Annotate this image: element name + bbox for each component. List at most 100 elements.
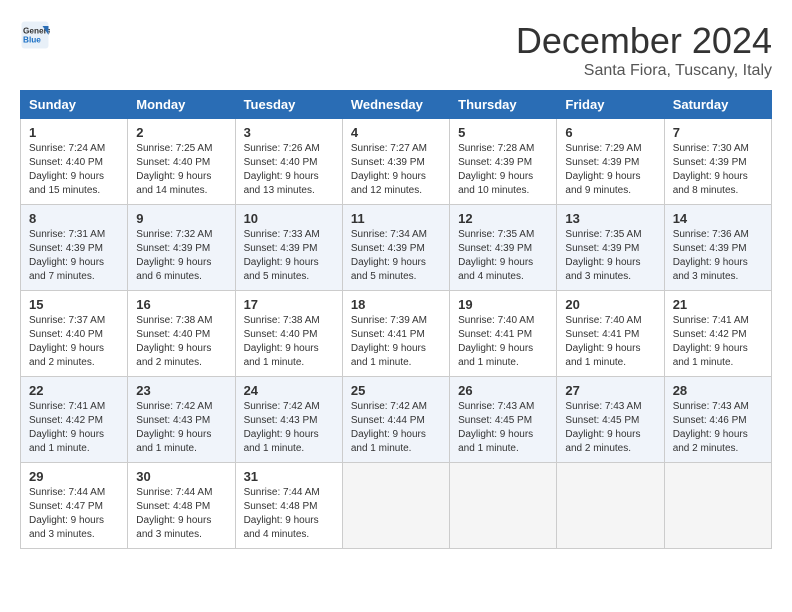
day-info: Sunrise: 7:34 AMSunset: 4:39 PMDaylight:… — [351, 228, 441, 284]
day-number: 22 — [29, 383, 119, 398]
calendar-table: Sunday Monday Tuesday Wednesday Thursday… — [20, 90, 772, 549]
day-info: Sunrise: 7:24 AMSunset: 4:40 PMDaylight:… — [29, 142, 119, 198]
calendar-cell: 19Sunrise: 7:40 AMSunset: 4:41 PMDayligh… — [450, 291, 557, 377]
day-info: Sunrise: 7:33 AMSunset: 4:39 PMDaylight:… — [244, 228, 334, 284]
day-info: Sunrise: 7:44 AMSunset: 4:47 PMDaylight:… — [29, 486, 119, 542]
day-info: Sunrise: 7:27 AMSunset: 4:39 PMDaylight:… — [351, 142, 441, 198]
col-tuesday: Tuesday — [235, 91, 342, 119]
calendar-cell: 16 Sunrise: 7:38 AMSunset: 4:40 PMDayligh… — [128, 291, 235, 377]
day-info: Sunrise: 7:42 AMSunset: 4:44 PMDaylight:… — [351, 400, 441, 456]
day-number: 19 — [458, 297, 548, 312]
calendar-cell: 30 Sunrise: 7:44 AMSunset: 4:48 PMDayligh… — [128, 463, 235, 549]
day-info: Sunrise: 7:38 AMSunset: 4:40 PMDaylight:… — [136, 314, 226, 370]
day-info: Sunrise: 7:42 AMSunset: 4:43 PMDaylight:… — [244, 400, 334, 456]
svg-text:Blue: Blue — [23, 36, 41, 45]
day-number: 29 — [29, 469, 119, 484]
calendar-cell: 15 Sunrise: 7:37 AMSunset: 4:40 PMDayligh… — [21, 291, 128, 377]
col-monday: Monday — [128, 91, 235, 119]
calendar-cell: 10 Sunrise: 7:33 AMSunset: 4:39 PMDayligh… — [235, 205, 342, 291]
day-number: 24 — [244, 383, 334, 398]
day-number: 11 — [351, 211, 441, 226]
calendar-cell: 11 Sunrise: 7:34 AMSunset: 4:39 PMDayligh… — [342, 205, 449, 291]
day-info: Sunrise: 7:37 AMSunset: 4:40 PMDaylight:… — [29, 314, 119, 370]
day-number: 18 — [351, 297, 441, 312]
calendar-cell: 21 Sunrise: 7:41 AMSunset: 4:42 PMDayligh… — [664, 291, 771, 377]
day-number: 2 — [136, 125, 226, 140]
day-info: Sunrise: 7:44 AMSunset: 4:48 PMDaylight:… — [244, 486, 334, 542]
col-wednesday: Wednesday — [342, 91, 449, 119]
day-number: 13 — [565, 211, 655, 226]
calendar-cell: 27Sunrise: 7:43 AMSunset: 4:45 PMDayligh… — [557, 377, 664, 463]
calendar-cell: 28Sunrise: 7:43 AMSunset: 4:46 PMDayligh… — [664, 377, 771, 463]
day-number: 28 — [673, 383, 763, 398]
calendar-row: 22 Sunrise: 7:41 AMSunset: 4:42 PMDayligh… — [21, 377, 772, 463]
day-info: Sunrise: 7:43 AMSunset: 4:45 PMDaylight:… — [458, 400, 548, 456]
calendar-header-row: Sunday Monday Tuesday Wednesday Thursday… — [21, 91, 772, 119]
calendar-cell: 14Sunrise: 7:36 AMSunset: 4:39 PMDayligh… — [664, 205, 771, 291]
calendar-cell: 24 Sunrise: 7:42 AMSunset: 4:43 PMDayligh… — [235, 377, 342, 463]
calendar-cell: 26 Sunrise: 7:43 AMSunset: 4:45 PMDayligh… — [450, 377, 557, 463]
day-number: 23 — [136, 383, 226, 398]
day-number: 16 — [136, 297, 226, 312]
day-number: 25 — [351, 383, 441, 398]
calendar-cell: 13 Sunrise: 7:35 AMSunset: 4:39 PMDayligh… — [557, 205, 664, 291]
calendar-cell: 31 Sunrise: 7:44 AMSunset: 4:48 PMDayligh… — [235, 463, 342, 549]
day-info: Sunrise: 7:41 AMSunset: 4:42 PMDaylight:… — [673, 314, 763, 370]
title-area: December 2024 Santa Fiora, Tuscany, Ital… — [516, 20, 772, 80]
calendar-row: 15 Sunrise: 7:37 AMSunset: 4:40 PMDayligh… — [21, 291, 772, 377]
calendar-row: 1Sunrise: 7:24 AMSunset: 4:40 PMDaylight… — [21, 119, 772, 205]
month-title: December 2024 — [516, 20, 772, 62]
calendar-cell: 29 Sunrise: 7:44 AMSunset: 4:47 PMDayligh… — [21, 463, 128, 549]
location-title: Santa Fiora, Tuscany, Italy — [516, 62, 772, 80]
col-thursday: Thursday — [450, 91, 557, 119]
logo-icon: General Blue — [20, 20, 50, 50]
day-number: 27 — [565, 383, 655, 398]
day-number: 8 — [29, 211, 119, 226]
calendar-cell: 18Sunrise: 7:39 AMSunset: 4:41 PMDayligh… — [342, 291, 449, 377]
calendar-cell: 1Sunrise: 7:24 AMSunset: 4:40 PMDaylight… — [21, 119, 128, 205]
day-number: 9 — [136, 211, 226, 226]
day-info: Sunrise: 7:31 AMSunset: 4:39 PMDaylight:… — [29, 228, 119, 284]
day-number: 4 — [351, 125, 441, 140]
day-info: Sunrise: 7:40 AMSunset: 4:41 PMDaylight:… — [565, 314, 655, 370]
page-header: General Blue December 2024 Santa Fiora, … — [20, 20, 772, 80]
logo: General Blue — [20, 20, 50, 50]
day-number: 6 — [565, 125, 655, 140]
day-info: Sunrise: 7:44 AMSunset: 4:48 PMDaylight:… — [136, 486, 226, 542]
day-info: Sunrise: 7:29 AMSunset: 4:39 PMDaylight:… — [565, 142, 655, 198]
day-info: Sunrise: 7:26 AMSunset: 4:40 PMDaylight:… — [244, 142, 334, 198]
calendar-row: 8 Sunrise: 7:31 AMSunset: 4:39 PMDaylight… — [21, 205, 772, 291]
day-info: Sunrise: 7:32 AMSunset: 4:39 PMDaylight:… — [136, 228, 226, 284]
calendar-cell — [450, 463, 557, 549]
day-number: 21 — [673, 297, 763, 312]
day-number: 15 — [29, 297, 119, 312]
day-info: Sunrise: 7:38 AMSunset: 4:40 PMDaylight:… — [244, 314, 334, 370]
day-number: 17 — [244, 297, 334, 312]
day-info: Sunrise: 7:41 AMSunset: 4:42 PMDaylight:… — [29, 400, 119, 456]
calendar-cell: 22 Sunrise: 7:41 AMSunset: 4:42 PMDayligh… — [21, 377, 128, 463]
day-number: 12 — [458, 211, 548, 226]
day-number: 5 — [458, 125, 548, 140]
day-info: Sunrise: 7:28 AMSunset: 4:39 PMDaylight:… — [458, 142, 548, 198]
day-number: 26 — [458, 383, 548, 398]
day-info: Sunrise: 7:36 AMSunset: 4:39 PMDaylight:… — [673, 228, 763, 284]
day-info: Sunrise: 7:25 AMSunset: 4:40 PMDaylight:… — [136, 142, 226, 198]
calendar-cell: 3 Sunrise: 7:26 AMSunset: 4:40 PMDaylight… — [235, 119, 342, 205]
col-saturday: Saturday — [664, 91, 771, 119]
calendar-cell: 4 Sunrise: 7:27 AMSunset: 4:39 PMDaylight… — [342, 119, 449, 205]
calendar-cell — [557, 463, 664, 549]
calendar-cell — [342, 463, 449, 549]
calendar-cell: 23Sunrise: 7:42 AMSunset: 4:43 PMDayligh… — [128, 377, 235, 463]
day-number: 3 — [244, 125, 334, 140]
calendar-cell: 20 Sunrise: 7:40 AMSunset: 4:41 PMDayligh… — [557, 291, 664, 377]
day-number: 20 — [565, 297, 655, 312]
calendar-row: 29 Sunrise: 7:44 AMSunset: 4:47 PMDayligh… — [21, 463, 772, 549]
col-sunday: Sunday — [21, 91, 128, 119]
day-number: 31 — [244, 469, 334, 484]
day-number: 30 — [136, 469, 226, 484]
day-number: 10 — [244, 211, 334, 226]
calendar-cell: 7Sunrise: 7:30 AMSunset: 4:39 PMDaylight… — [664, 119, 771, 205]
day-info: Sunrise: 7:35 AMSunset: 4:39 PMDaylight:… — [458, 228, 548, 284]
day-info: Sunrise: 7:35 AMSunset: 4:39 PMDaylight:… — [565, 228, 655, 284]
calendar-cell: 5 Sunrise: 7:28 AMSunset: 4:39 PMDaylight… — [450, 119, 557, 205]
